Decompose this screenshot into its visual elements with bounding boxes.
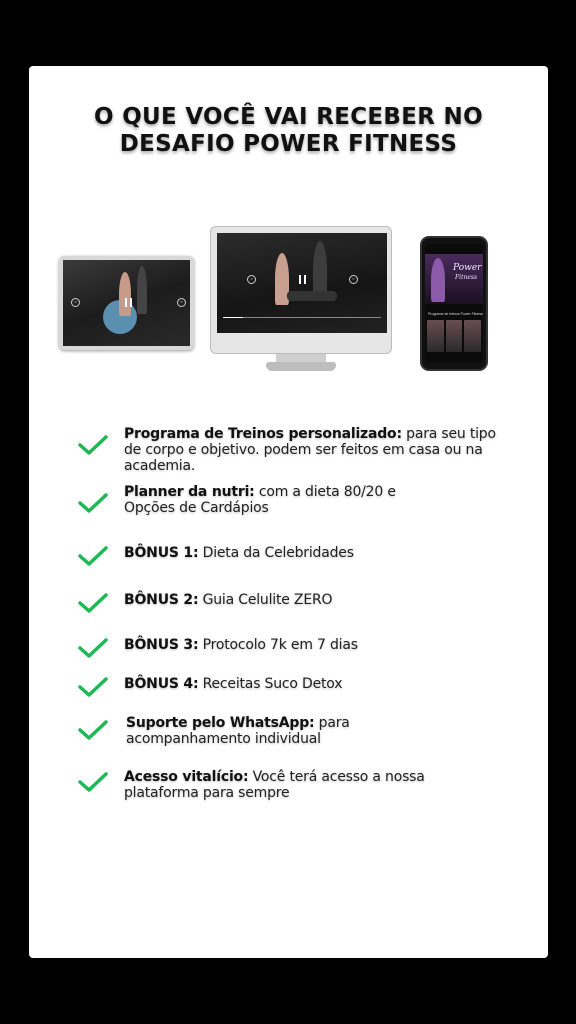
check-icon (77, 676, 109, 698)
item-text: Acesso vitalício: Você terá acesso a nos… (124, 769, 524, 801)
item-title: Programa de Treinos personalizado: (124, 426, 402, 442)
item-desc: Guia Celulite ZERO (198, 592, 333, 608)
check-icon (77, 434, 109, 456)
monitor-stand (266, 362, 336, 371)
workout-thumbnail[interactable] (445, 320, 463, 352)
check-icon (77, 592, 109, 614)
model-figure (431, 258, 445, 302)
forward-icon[interactable]: ↻ (177, 298, 186, 307)
item-text: BÔNUS 1: Dieta da Celebridades (124, 545, 524, 561)
tablet-mockup: ↺ ↻ (59, 256, 194, 350)
item-desc: para seu tipo (401, 426, 496, 442)
item-desc: Você terá acesso a nossa (248, 769, 425, 785)
phone-thumbnails (427, 320, 482, 352)
workout-thumbnail[interactable] (464, 320, 482, 352)
item-desc: com a dieta 80/20 e (254, 484, 396, 500)
forward-icon[interactable]: ↻ (349, 275, 358, 284)
phone-app-screen: Power Fitness Programa de treinos Power … (425, 244, 483, 363)
trainer-figure (119, 272, 131, 316)
item-desc: para (314, 715, 350, 731)
check-icon (77, 492, 109, 514)
check-icon (77, 771, 109, 793)
item-desc: Receitas Suco Detox (198, 676, 343, 692)
workout-thumbnail[interactable] (427, 320, 444, 352)
brand-line-1: Power (453, 263, 482, 273)
item-title: BÔNUS 3: (124, 637, 199, 653)
item-title: Acesso vitalício: (124, 769, 249, 785)
item-text: Planner da nutri: com a dieta 80/20 e Op… (124, 484, 524, 516)
phone-mockup: Power Fitness Programa de treinos Power … (420, 236, 488, 371)
monitor-video-screen: ↺ ↻ (217, 233, 387, 333)
item-desc-line-2: acompanhamento individual (126, 731, 321, 747)
monitor-frame: ↺ ↻ (210, 226, 392, 354)
check-icon (77, 637, 109, 659)
item-title: BÔNUS 4: (124, 676, 199, 692)
item-desc-line-2: Opções de Cardápios (124, 500, 269, 516)
title-line-1: O QUE VOCÊ VAI RECEBER NO (94, 104, 483, 130)
item-desc-line-2: plataforma para sempre (124, 785, 290, 801)
video-progress-bar[interactable] (223, 317, 381, 318)
rewind-icon[interactable]: ↺ (71, 298, 80, 307)
item-desc-line-2: de corpo e objetivo. podem ser feitos em… (124, 442, 483, 458)
item-title: BÔNUS 2: (124, 592, 199, 608)
item-text: BÔNUS 2: Guia Celulite ZERO (124, 592, 524, 608)
item-title: Planner da nutri: (124, 484, 255, 500)
check-icon (77, 545, 109, 567)
phone-subtitle: Programa de treinos Power Fitness (428, 312, 483, 316)
item-text: Programa de Treinos personalizado: para … (124, 426, 524, 474)
item-desc-line-3: academia. (124, 458, 196, 474)
offer-card: O QUE VOCÊ VAI RECEBER NO DESAFIO POWER … (29, 66, 548, 958)
item-title: BÔNUS 1: (124, 545, 199, 561)
item-text: BÔNUS 4: Receitas Suco Detox (124, 676, 524, 692)
page-title: O QUE VOCÊ VAI RECEBER NO DESAFIO POWER … (29, 104, 548, 158)
check-icon (77, 719, 109, 741)
item-title: Suporte pelo WhatsApp: (126, 715, 315, 731)
item-text: Suporte pelo WhatsApp: para acompanhamen… (126, 715, 526, 747)
item-text: BÔNUS 3: Protocolo 7k em 7 dias (124, 637, 524, 653)
trainer-figure-2 (137, 266, 147, 314)
title-line-2: DESAFIO POWER FITNESS (119, 131, 458, 157)
pause-icon[interactable] (125, 298, 132, 307)
item-desc: Protocolo 7k em 7 dias (198, 637, 358, 653)
desktop-monitor-mockup: ↺ ↻ (210, 226, 392, 374)
tablet-video-screen: ↺ ↻ (63, 260, 190, 346)
pause-icon[interactable] (299, 275, 306, 284)
rewind-icon[interactable]: ↺ (247, 275, 256, 284)
item-desc: Dieta da Celebridades (198, 545, 354, 561)
floor-shadow (287, 291, 337, 301)
brand-line-2: Fitness (455, 274, 478, 281)
phone-brand-logo: Power Fitness (453, 264, 481, 282)
